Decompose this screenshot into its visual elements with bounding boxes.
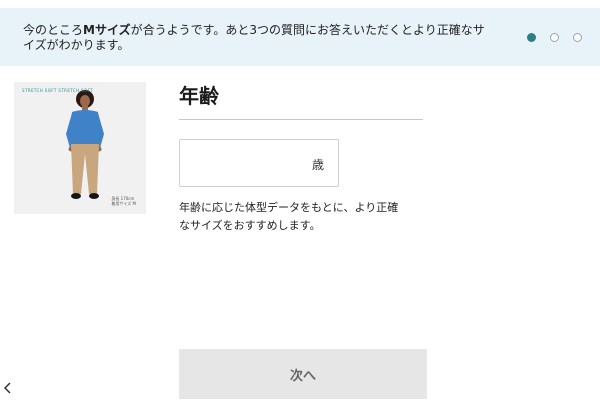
age-unit-label: 歳: [311, 158, 324, 172]
age-input-box[interactable]: 歳: [179, 139, 339, 187]
banner-message-start: 今のところ: [23, 23, 84, 37]
chevron-left-icon: [3, 382, 11, 394]
photo-caption: 身長 170cm 着用サイズ M: [111, 196, 136, 206]
back-button[interactable]: [0, 379, 14, 399]
product-image: STRETCH SOFT STRETCH SOFT 身長 170cm 着用サイズ…: [14, 82, 146, 214]
question-title: 年齢: [179, 84, 219, 108]
title-divider: [179, 119, 423, 120]
progress-dot-2: [550, 33, 559, 42]
model-figure: [66, 90, 104, 199]
photo-tag: STRETCH SOFT STRETCH SOFT: [22, 88, 94, 93]
age-input[interactable]: [188, 150, 302, 178]
model-size: 着用サイズ M: [111, 201, 136, 206]
recommended-size: Mサイズ: [83, 23, 131, 37]
info-banner: 今のところMサイズが合うようです。あと3つの質問にお答えいただくとより正確なサイ…: [0, 8, 600, 66]
progress-dots: [527, 33, 582, 42]
banner-message: 今のところMサイズが合うようです。あと3つの質問にお答えいただくとより正確なサイ…: [23, 23, 491, 53]
size-finder-page: 今のところMサイズが合うようです。あと3つの質問にお答えいただくとより正確なサイ…: [0, 0, 600, 411]
next-button[interactable]: 次へ: [179, 349, 427, 399]
progress-dot-1: [527, 33, 536, 42]
question-description: 年齢に応じた体型データをもとに、より正確なサイズをおすすめします。: [179, 201, 399, 232]
progress-dot-3: [573, 33, 582, 42]
